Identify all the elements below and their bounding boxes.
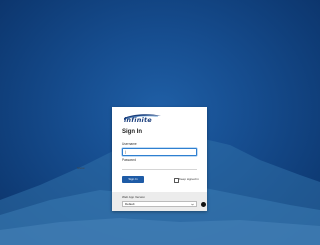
card-footer: Web App Version Default — [112, 192, 207, 211]
sign-in-title: Sign In — [122, 129, 142, 135]
logo-text: infinite — [124, 116, 152, 124]
login-page: infinite Sign In Username | Password Sig… — [0, 0, 320, 245]
login-card: infinite Sign In Username | Password Sig… — [112, 107, 207, 211]
help-icon[interactable] — [201, 202, 206, 207]
keep-signed-in-label: Keep signed in — [179, 177, 199, 182]
web-app-version-label: Web App Version — [122, 195, 145, 199]
username-label: Username — [122, 142, 137, 146]
chevron-down-icon — [191, 204, 194, 206]
version-select-value: Default — [125, 202, 135, 207]
password-input[interactable] — [122, 163, 197, 170]
username-input[interactable]: | — [122, 148, 197, 156]
sign-in-button[interactable]: Sign In — [122, 176, 144, 183]
password-label: Password — [122, 158, 136, 162]
web-app-version-select[interactable]: Default — [122, 201, 197, 207]
show-password-link[interactable]: Show — [77, 167, 85, 170]
